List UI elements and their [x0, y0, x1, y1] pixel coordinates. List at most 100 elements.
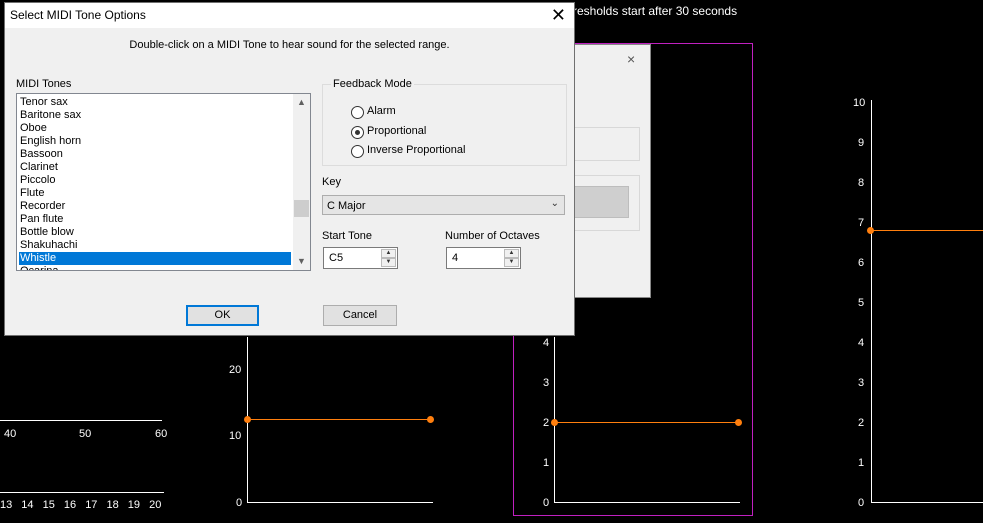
- x-tick-label: 17: [85, 499, 98, 511]
- chevron-down-icon: ⌄: [550, 198, 559, 209]
- ghost-button[interactable]: [573, 186, 629, 218]
- list-item[interactable]: Oboe: [19, 122, 291, 135]
- tone-list: Tenor sax Baritone sax Oboe English horn Bas…: [19, 96, 291, 270]
- vertical-scrollbar[interactable]: ▲ ▼: [293, 94, 310, 270]
- list-item[interactable]: English horn: [19, 135, 291, 148]
- x-tick-label: 50: [79, 428, 92, 440]
- octaves-stepper[interactable]: 4 ▲ ▼: [446, 247, 521, 269]
- y-tick-label: 8: [858, 177, 865, 189]
- radio-selected-icon: [351, 126, 364, 139]
- stepper-up-icon[interactable]: ▲: [504, 249, 519, 258]
- feedback-mode-group: Alarm Proportional Inverse Proportional: [322, 84, 567, 166]
- stepper-buttons: ▲ ▼: [504, 249, 519, 267]
- right-plot-y-axis: [871, 100, 872, 503]
- list-item[interactable]: Recorder: [19, 200, 291, 213]
- stepper-down-icon[interactable]: ▼: [381, 258, 396, 267]
- background-dialog: ×: [573, 44, 651, 298]
- feedback-mode-label: Feedback Mode: [331, 78, 414, 90]
- close-icon[interactable]: ✕: [551, 5, 566, 25]
- cancel-button[interactable]: Cancel: [323, 305, 397, 326]
- x-tick-label: 18: [106, 499, 119, 511]
- radio-icon: [351, 106, 364, 119]
- x-tick-label: 19: [127, 499, 141, 511]
- title-bar: Select MIDI Tone Options ✕: [5, 3, 574, 28]
- key-select[interactable]: C Major ⌄: [322, 195, 565, 215]
- list-item[interactable]: Bassoon: [19, 148, 291, 161]
- x-tick-label: 40: [4, 428, 17, 440]
- close-icon[interactable]: ×: [627, 51, 635, 67]
- y-tick-label: 5: [858, 297, 865, 309]
- x-tick-label: 14: [21, 499, 34, 511]
- threshold-info-text: resholds start after 30 seconds: [573, 4, 738, 18]
- midi-tone-options-dialog: Select MIDI Tone Options ✕ Double-click …: [4, 2, 575, 336]
- start-tone-value: C5: [329, 252, 344, 264]
- right-plot-series-line: [871, 230, 983, 231]
- list-item[interactable]: Tenor sax: [19, 96, 291, 109]
- stepper-up-icon[interactable]: ▲: [381, 249, 396, 258]
- y-tick-label: 10: [229, 430, 242, 442]
- data-point: [244, 416, 251, 423]
- octaves-label: Number of Octaves: [445, 230, 540, 242]
- stepper-down-icon[interactable]: ▼: [504, 258, 519, 267]
- left-plot-x-axis-top: [0, 420, 162, 421]
- magenta-plot-x-axis: [554, 502, 740, 503]
- list-item[interactable]: Clarinet: [19, 161, 291, 174]
- list-item[interactable]: Pan flute: [19, 213, 291, 226]
- midi-tones-listbox[interactable]: Tenor sax Baritone sax Oboe English horn Bas…: [16, 93, 311, 271]
- start-tone-stepper[interactable]: C5 ▲ ▼: [323, 247, 398, 269]
- radio-label: Alarm: [367, 105, 396, 117]
- ok-button[interactable]: OK: [186, 305, 259, 326]
- scroll-thumb[interactable]: [294, 200, 309, 217]
- y-tick-label: 2: [858, 417, 865, 429]
- x-tick-label: 20: [149, 499, 162, 511]
- list-item[interactable]: Bottle blow: [19, 226, 291, 239]
- y-tick-label: 0: [858, 497, 865, 509]
- octaves-value: 4: [452, 252, 459, 264]
- scroll-up-icon[interactable]: ▲: [293, 94, 310, 111]
- y-tick-label: 7: [858, 217, 865, 229]
- x-tick-label: 16: [63, 499, 77, 511]
- left-plot-x-axis-bottom: [0, 492, 164, 493]
- list-item[interactable]: Piccolo: [19, 174, 291, 187]
- list-item[interactable]: Shakuhachi: [19, 239, 291, 252]
- x-tick-label: 15: [42, 499, 55, 511]
- data-point: [551, 419, 558, 426]
- y-tick-label: 4: [858, 337, 865, 349]
- radio-label: Proportional: [367, 125, 427, 137]
- key-select-value: C Major: [327, 200, 366, 212]
- stepper-buttons: ▲ ▼: [381, 249, 396, 267]
- y-tick-label: 4: [543, 337, 550, 349]
- mid-plot-x-axis: [247, 502, 433, 503]
- y-tick-label: 20: [229, 364, 242, 376]
- data-point: [735, 419, 742, 426]
- data-point: [427, 416, 434, 423]
- radio-label: Inverse Proportional: [367, 144, 466, 156]
- x-tick-label: 13: [0, 499, 13, 511]
- right-plot-x-axis: [871, 502, 983, 503]
- list-item[interactable]: Flute: [19, 187, 291, 200]
- data-point: [867, 227, 874, 234]
- y-tick-label: 3: [858, 377, 865, 389]
- dialog-title: Select MIDI Tone Options: [10, 8, 146, 22]
- y-tick-label: 0: [236, 497, 243, 509]
- magenta-plot-series-line: [554, 422, 738, 423]
- list-item[interactable]: Baritone sax: [19, 109, 291, 122]
- radio-icon: [351, 145, 364, 158]
- list-item[interactable]: Ocarina: [19, 265, 291, 270]
- key-label: Key: [322, 176, 341, 188]
- x-tick-label: 60: [155, 428, 168, 440]
- scroll-down-icon[interactable]: ▼: [293, 253, 310, 270]
- y-tick-label: 0: [543, 497, 550, 509]
- list-item[interactable]: Whistle: [19, 252, 291, 265]
- mid-plot-series-line: [247, 419, 431, 420]
- y-tick-label: 1: [858, 457, 865, 469]
- ghost-panel: [573, 127, 640, 161]
- y-tick-label: 1: [543, 457, 550, 469]
- start-tone-label: Start Tone: [322, 230, 372, 242]
- y-tick-label: 10: [853, 97, 866, 109]
- instruction-text: Double-click on a MIDI Tone to hear soun…: [129, 39, 450, 51]
- y-tick-label: 9: [858, 137, 865, 149]
- y-tick-label: 2: [543, 417, 550, 429]
- y-tick-label: 6: [858, 257, 865, 269]
- midi-tones-label: MIDI Tones: [16, 78, 72, 90]
